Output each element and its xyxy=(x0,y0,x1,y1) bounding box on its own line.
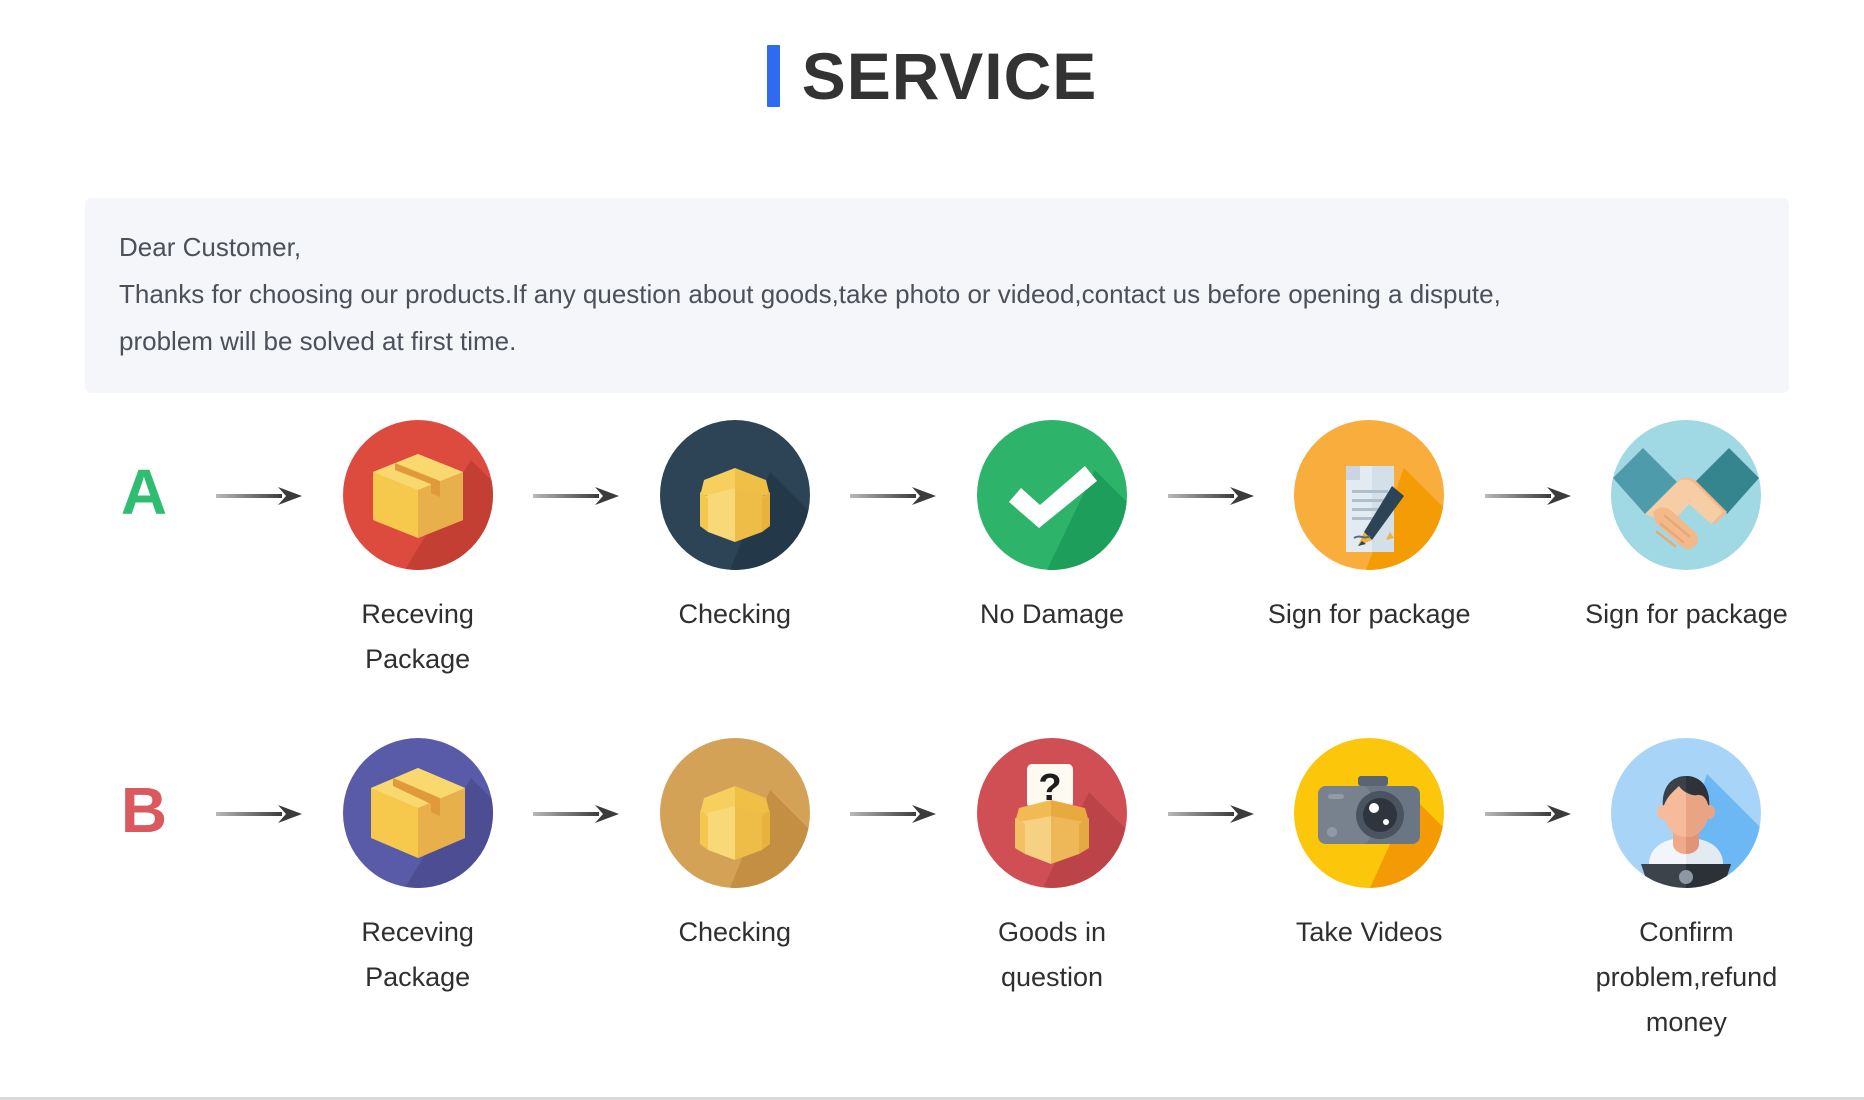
service-page: SERVICE Dear Customer, Thanks for choosi… xyxy=(0,0,1864,1100)
notice-line-1: Dear Customer, xyxy=(119,232,302,262)
flow-step-label: Goods in question xyxy=(997,917,1107,992)
flow-step: ? Goods in question xyxy=(949,738,1154,1000)
flow-step-label: Confirm problem,refund money xyxy=(1595,917,1778,1037)
notice-line-2: Thanks for choosing our products.If any … xyxy=(119,279,1501,309)
flow-row-a: A Receving Package Checking No Damage Si… xyxy=(85,420,1789,682)
flow-step-label: Checking xyxy=(678,917,792,947)
arrow-icon xyxy=(837,738,949,828)
flow-step: Confirm problem,refund money xyxy=(1584,738,1789,1045)
flow-step-label: Checking xyxy=(678,599,792,629)
person-laptop-icon xyxy=(1611,738,1762,888)
flow-step-label: Take Videos xyxy=(1295,917,1443,947)
page-title: SERVICE xyxy=(0,0,1864,110)
flow-step: Checking xyxy=(632,420,837,637)
document-pen-icon xyxy=(1294,420,1445,570)
arrow-icon xyxy=(1155,420,1267,510)
open-box-icon xyxy=(659,738,810,888)
question-box-icon: ? xyxy=(977,738,1127,888)
flow-step-label: Receving Package xyxy=(361,917,474,992)
page-title-text: SERVICE xyxy=(801,39,1098,113)
flow-step: No Damage xyxy=(949,420,1154,637)
open-box-icon xyxy=(659,420,810,570)
flow-step-label: Sign for package xyxy=(1585,599,1788,629)
checkmark-icon xyxy=(977,420,1127,570)
handshake-icon xyxy=(1611,420,1762,570)
flow-step: Take Videos xyxy=(1267,738,1472,955)
flow-step: Receving Package xyxy=(315,738,520,1000)
arrow-icon xyxy=(1472,738,1584,828)
arrow-icon xyxy=(520,738,632,828)
arrow-icon xyxy=(1472,420,1584,510)
flow-badge-b: B xyxy=(85,738,203,842)
arrow-icon xyxy=(203,738,315,828)
flow-step-label: No Damage xyxy=(979,599,1125,629)
flow-badge-b-letter: B xyxy=(120,774,168,846)
notice-line-3: problem will be solved at first time. xyxy=(119,326,517,356)
package-box-icon xyxy=(342,420,493,570)
flow-badge-a-letter: A xyxy=(120,456,168,528)
title-accent-bar xyxy=(766,45,780,107)
package-box-icon xyxy=(342,738,493,888)
flow-step: Sign for package xyxy=(1267,420,1472,637)
arrow-icon xyxy=(520,420,632,510)
flow-step: Receving Package xyxy=(315,420,520,682)
arrow-icon xyxy=(203,420,315,510)
flow-step-label: Receving Package xyxy=(361,599,474,674)
customer-notice-box: Dear Customer, Thanks for choosing our p… xyxy=(85,198,1789,393)
flow-step: Sign for package xyxy=(1584,420,1789,637)
arrow-icon xyxy=(1155,738,1267,828)
arrow-icon xyxy=(837,420,949,510)
flow-step-label: Sign for package xyxy=(1267,599,1471,629)
camera-icon xyxy=(1294,738,1445,888)
flow-step: Checking xyxy=(632,738,837,955)
flow-badge-a: A xyxy=(85,420,203,524)
flow-row-b: B Receving Package Checking ? Goods in q… xyxy=(85,738,1789,1045)
